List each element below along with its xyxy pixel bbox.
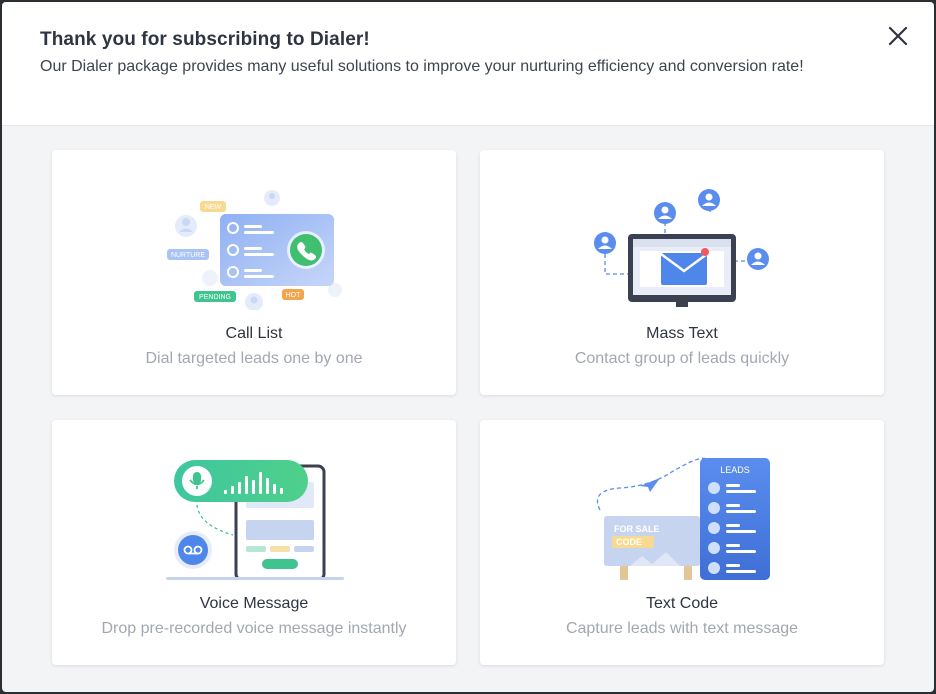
card-title: Text Code: [645, 595, 719, 612]
card-description: Drop pre-recorded voice message instantl…: [101, 620, 407, 637]
code-label: CODE: [616, 537, 642, 547]
card-call-list[interactable]: NEW NURTURE PENDING HOT Call List Dial t…: [52, 150, 456, 395]
text-code-illustration: FOR SALE CODE LEADS: [596, 457, 770, 580]
dialog-header: Thank you for subscribing to Dialer! Our…: [2, 2, 934, 126]
card-description: Capture leads with text message: [565, 620, 799, 637]
mass-text-illustration: [594, 189, 769, 307]
for-sale-label: FOR SALE: [614, 524, 660, 534]
tag-hot: HOT: [286, 292, 302, 299]
card-description: Contact group of leads quickly: [574, 350, 790, 367]
close-icon: [888, 26, 908, 46]
tag-new: NEW: [205, 204, 222, 211]
leads-label: LEADS: [720, 465, 750, 475]
tag-pending: PENDING: [199, 294, 231, 301]
tag-nurture: NURTURE: [171, 252, 205, 259]
dialog-title: Thank you for subscribing to Dialer!: [40, 29, 370, 50]
dialog-subtitle: Our Dialer package provides many useful …: [40, 58, 804, 75]
card-mass-text[interactable]: Mass Text Contact group of leads quickly: [480, 150, 884, 395]
close-button[interactable]: [884, 22, 912, 50]
card-title: Call List: [225, 325, 283, 342]
card-text-code[interactable]: FOR SALE CODE LEADS Text Code Capture le…: [480, 420, 884, 665]
call-list-illustration: NEW NURTURE PENDING HOT: [167, 190, 342, 310]
card-description: Dial targeted leads one by one: [145, 350, 363, 367]
card-title: Voice Message: [199, 595, 309, 612]
card-voice-message[interactable]: Voice Message Drop pre-recorded voice me…: [52, 420, 456, 665]
card-title: Mass Text: [646, 325, 718, 342]
subscription-dialog: Thank you for subscribing to Dialer! Our…: [2, 2, 934, 692]
voice-message-illustration: [166, 460, 344, 580]
